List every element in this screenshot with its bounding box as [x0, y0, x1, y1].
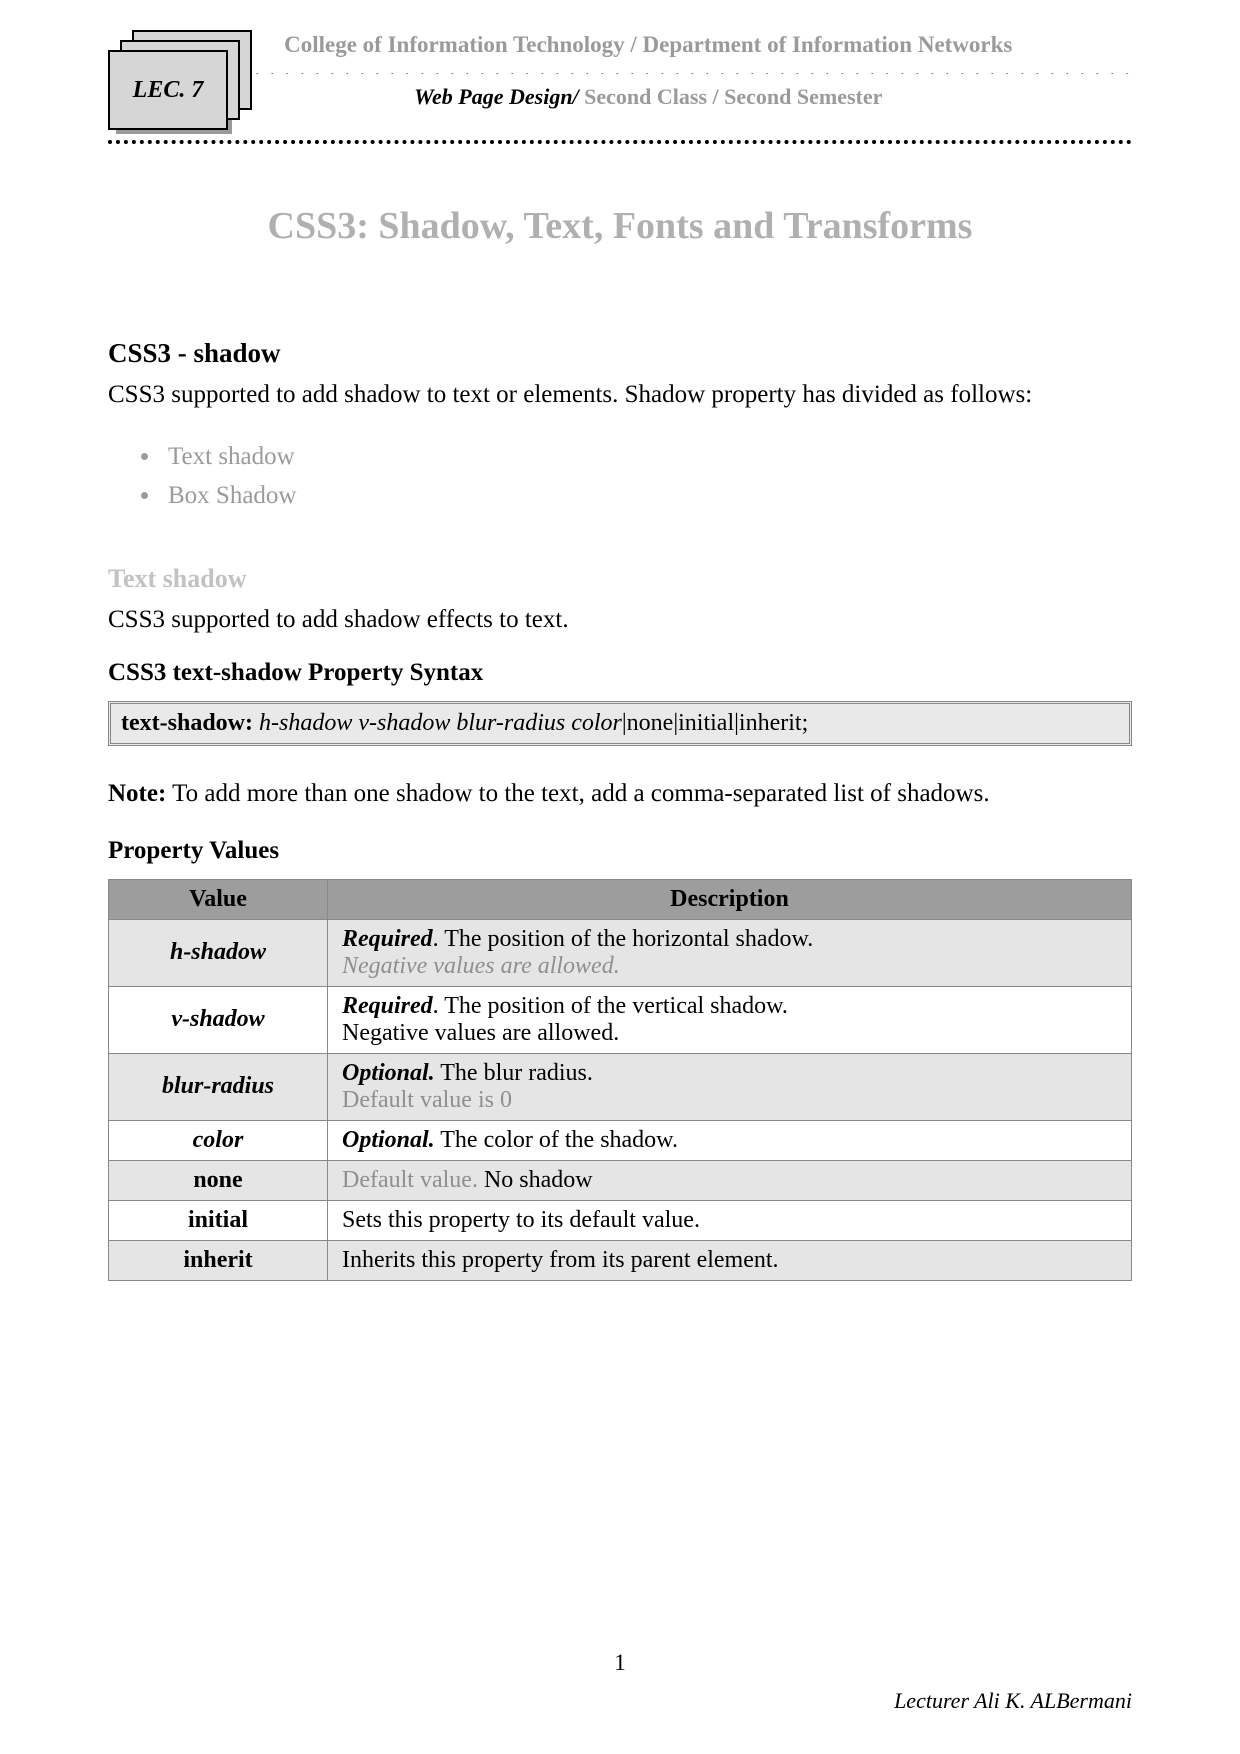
- table-row: h-shadowRequired. The position of the ho…: [109, 919, 1132, 986]
- description-cell: Required. The position of the horizontal…: [328, 919, 1132, 986]
- subheading-text-shadow: Text shadow: [108, 564, 1132, 594]
- value-cell: blur-radius: [109, 1053, 328, 1120]
- text-shadow-intro: CSS3 supported to add shadow effects to …: [108, 602, 1132, 637]
- table-header-description: Description: [328, 879, 1132, 919]
- list-item: Box Shadow: [162, 477, 1132, 516]
- value-cell: v-shadow: [109, 986, 328, 1053]
- table-row: noneDefault value. No shadow: [109, 1160, 1132, 1200]
- page-title: CSS3: Shadow, Text, Fonts and Transforms: [108, 204, 1132, 248]
- lecturer-name: Lecturer Ali K. ALBermani: [894, 1688, 1132, 1714]
- page-divider: [108, 140, 1132, 144]
- org-line: College of Information Technology / Depa…: [165, 32, 1133, 58]
- note-para: Note: To add more than one shadow to the…: [108, 776, 1132, 811]
- values-heading: Property Values: [108, 837, 1132, 865]
- description-cell: Required. The position of the vertical s…: [328, 986, 1132, 1053]
- lecture-number: LEC. 7: [108, 50, 228, 130]
- shadow-types-list: Text shadowBox Shadow: [118, 438, 1132, 516]
- value-cell: initial: [109, 1200, 328, 1240]
- table-row: inheritInherits this property from its p…: [109, 1240, 1132, 1280]
- property-values-table: Value Description h-shadowRequired. The …: [108, 879, 1132, 1281]
- page-number: 1: [0, 1650, 1240, 1676]
- syntax-heading: CSS3 text-shadow Property Syntax: [108, 659, 1132, 687]
- divider-dots: . . . . . . . . . . . . . . . . . . . . …: [165, 64, 1133, 74]
- description-cell: Inherits this property from its parent e…: [328, 1240, 1132, 1280]
- value-cell: inherit: [109, 1240, 328, 1280]
- table-row: blur-radiusOptional. The blur radius.Def…: [109, 1053, 1132, 1120]
- doc-header: LEC. 7 College of Information Technology…: [108, 30, 1132, 140]
- course-line: Web Page Design/ Second Class / Second S…: [165, 84, 1133, 110]
- description-cell: Optional. The blur radius.Default value …: [328, 1053, 1132, 1120]
- list-item: Text shadow: [162, 438, 1132, 477]
- table-row: v-shadowRequired. The position of the ve…: [109, 986, 1132, 1053]
- table-row: initialSets this property to its default…: [109, 1200, 1132, 1240]
- description-cell: Default value. No shadow: [328, 1160, 1132, 1200]
- section-intro-shadow: CSS3 supported to add shadow to text or …: [108, 377, 1132, 412]
- syntax-box: text-shadow: h-shadow v-shadow blur-radi…: [108, 701, 1132, 746]
- lecture-badge: LEC. 7: [108, 30, 135, 122]
- description-cell: Optional. The color of the shadow.: [328, 1120, 1132, 1160]
- section-heading-shadow: CSS3 - shadow: [108, 338, 1132, 369]
- description-cell: Sets this property to its default value.: [328, 1200, 1132, 1240]
- value-cell: h-shadow: [109, 919, 328, 986]
- value-cell: color: [109, 1120, 328, 1160]
- table-row: colorOptional. The color of the shadow.: [109, 1120, 1132, 1160]
- table-header-value: Value: [109, 879, 328, 919]
- value-cell: none: [109, 1160, 328, 1200]
